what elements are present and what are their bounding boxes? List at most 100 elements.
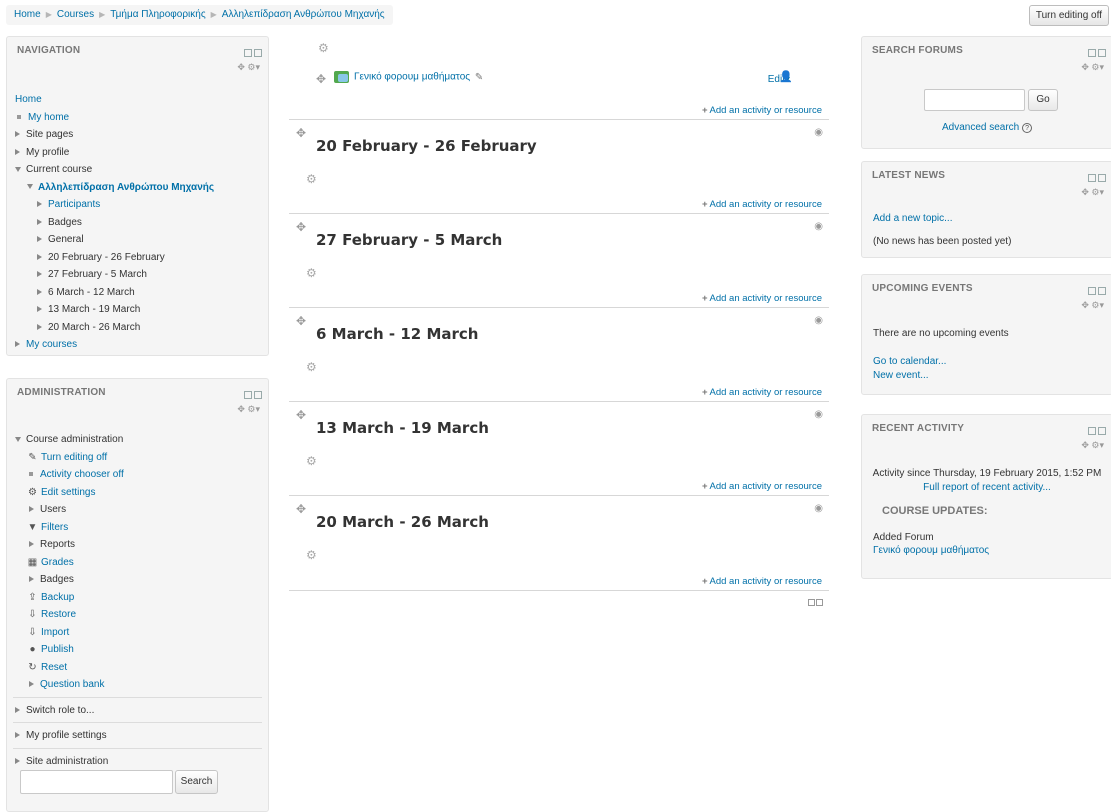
minimize-icon[interactable] [1088,48,1096,57]
dock-icon[interactable] [254,390,262,399]
nav-week-3[interactable]: 6 March - 12 March [15,284,262,302]
add-activity-link[interactable]: + Add an activity or resource [702,199,822,210]
breadcrumb-courses[interactable]: Courses [57,9,94,20]
add-activity-link[interactable]: + Add an activity or resource [702,481,822,492]
nav-my-profile[interactable]: My profile [15,144,262,162]
add-activity-link[interactable]: + Add an activity or resource [702,293,822,304]
nav-my-home[interactable]: My home [28,112,69,123]
dock-icon[interactable] [1098,426,1106,435]
nav-badges[interactable]: Badges [15,214,262,232]
nav-my-courses[interactable]: My courses [15,336,262,354]
nav-participants[interactable]: Participants [15,196,262,214]
block-move-gear[interactable]: ✥ ⚙▾ [1081,300,1104,311]
admin-switch-role[interactable]: Switch role to... [15,702,262,720]
expand-collapse-all-icon[interactable] [808,599,823,608]
gear-icon[interactable]: ⚙ [306,360,317,374]
gear-icon[interactable]: ⚙ [306,454,317,468]
block-move-gear[interactable]: ✥ ⚙▾ [1081,187,1104,198]
admin-search-button[interactable]: Search [175,770,218,794]
admin-question-bank[interactable]: Question bank [15,676,262,694]
user-role-icon[interactable]: 👤 [779,70,793,83]
admin-search-input[interactable] [20,770,173,794]
admin-restore[interactable]: ⇩ Restore [15,606,262,624]
move-icon[interactable]: ✥ [296,502,306,516]
edit-title-pencil-icon[interactable]: ✎ [475,72,483,83]
forum-search-go-button[interactable]: Go [1028,89,1058,111]
expand-icon [37,236,42,243]
forum-link[interactable]: Γενικό φορουμ μαθήματος [354,72,470,83]
forum-activity[interactable]: Γενικό φορουμ μαθήματος ✎ [334,71,483,83]
nav-general[interactable]: General [15,231,262,249]
admin-backup[interactable]: ⇪ Backup [15,589,262,607]
nav-course-name[interactable]: Αλληλεπίδραση Ανθρώπου Μηχανής [15,179,262,197]
admin-users[interactable]: Users [15,501,262,519]
dock-icon[interactable] [1098,173,1106,182]
nav-current-course[interactable]: Current course [15,161,262,179]
move-icon[interactable]: ✥ [296,126,306,140]
block-move-gear[interactable]: ✥ ⚙▾ [237,62,260,73]
admin-activity-chooser[interactable]: Activity chooser off [15,466,262,484]
recent-forum-link[interactable]: Γενικό φορουμ μαθήματος [873,545,989,556]
nav-site-pages[interactable]: Site pages [15,126,262,144]
admin-course-administration[interactable]: Course administration [15,431,262,449]
gear-icon[interactable]: ⚙ [306,266,317,280]
move-icon[interactable]: ✥ [296,314,306,328]
breadcrumb-home[interactable]: Home [14,9,41,20]
dock-icon[interactable] [1098,48,1106,57]
minimize-icon[interactable] [1088,426,1096,435]
dock-icon[interactable] [254,48,262,57]
gear-icon[interactable]: ⚙ [318,41,329,55]
admin-turn-editing-off[interactable]: ✎ Turn editing off [15,449,262,467]
nav-week-4[interactable]: 13 March - 19 March [15,301,262,319]
upcoming-events-title: UPCOMING EVENTS [872,283,973,294]
nav-home[interactable]: Home [15,94,42,105]
admin-filters[interactable]: ▼ Filters [15,519,262,537]
go-to-calendar-link[interactable]: Go to calendar... [873,356,946,367]
admin-import[interactable]: ⇩ Import [15,624,262,642]
breadcrumb-department[interactable]: Τμήμα Πληροφορικής [110,9,205,20]
gear-icon[interactable]: ⚙ [306,548,317,562]
forum-search-input[interactable] [924,89,1025,111]
nav-week-5[interactable]: 20 March - 26 March [15,319,262,337]
admin-edit-settings[interactable]: ⚙ Edit settings [15,484,262,502]
nav-week-1[interactable]: 20 February - 26 February [15,249,262,267]
bullet-icon [29,472,33,477]
block-move-gear[interactable]: ✥ ⚙▾ [1081,62,1104,73]
block-move-gear[interactable]: ✥ ⚙▾ [237,404,260,415]
advanced-search-link[interactable]: Advanced search [942,122,1019,133]
eye-icon[interactable]: ◉ [814,503,823,514]
section-week-2: ✥ 27 February - 5 March ◉ ⚙ + Add an acti… [289,214,829,308]
dock-icon[interactable] [1098,286,1106,295]
move-icon[interactable]: ✥ [296,408,306,422]
turn-editing-off-button[interactable]: Turn editing off [1028,5,1109,26]
eye-icon[interactable]: ◉ [814,409,823,420]
admin-publish[interactable]: ● Publish [15,641,262,659]
breadcrumb-course[interactable]: Αλληλεπίδραση Ανθρώπου Μηχανής [222,9,385,20]
add-activity-link[interactable]: + Add an activity or resource [702,387,822,398]
add-new-topic-link[interactable]: Add a new topic... [873,213,953,224]
minimize-icon[interactable] [244,390,252,399]
block-controls [1086,173,1106,182]
add-activity-link[interactable]: + Add an activity or resource [702,576,822,587]
help-icon[interactable]: ? [1022,123,1033,133]
nav-week-2[interactable]: 27 February - 5 March [15,266,262,284]
minimize-icon[interactable] [1088,286,1096,295]
gear-icon[interactable]: ⚙ [306,172,317,186]
move-icon[interactable]: ✥ [296,220,306,234]
admin-my-profile-settings[interactable]: My profile settings [15,727,262,745]
add-activity-link[interactable]: + Add an activity or resource [702,105,822,116]
admin-badges[interactable]: Badges [15,571,262,589]
eye-icon[interactable]: ◉ [814,221,823,232]
admin-reports[interactable]: Reports [15,536,262,554]
full-report-link[interactable]: Full report of recent activity... [923,482,1051,493]
admin-site-administration[interactable]: Site administration [15,753,262,771]
block-move-gear[interactable]: ✥ ⚙▾ [1081,440,1104,451]
minimize-icon[interactable] [244,48,252,57]
admin-reset[interactable]: ↻ Reset [15,659,262,677]
minimize-icon[interactable] [1088,173,1096,182]
eye-icon[interactable]: ◉ [814,315,823,326]
eye-icon[interactable]: ◉ [814,127,823,138]
move-icon[interactable]: ✥ [316,72,326,86]
admin-grades[interactable]: ▦ Grades [15,554,262,572]
new-event-link[interactable]: New event... [873,370,929,381]
